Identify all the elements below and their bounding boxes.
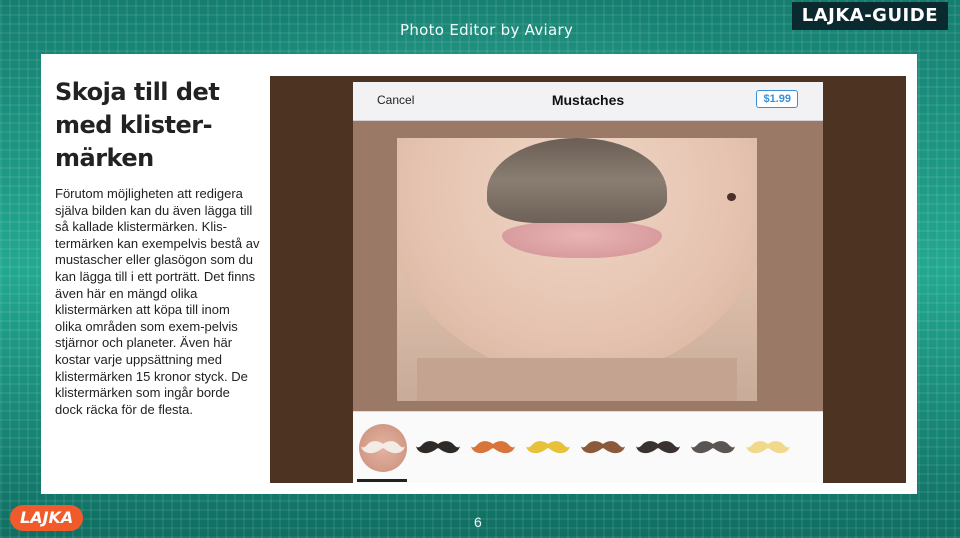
editor-title: Mustaches <box>551 92 625 108</box>
app-screenshot: Cancel Mustaches $1.99 <box>270 76 906 483</box>
sticker-dark-bushy-mustache-button[interactable] <box>634 424 682 472</box>
sticker-yellow-mustache-button[interactable] <box>524 424 572 472</box>
page-number: 6 <box>474 514 482 530</box>
sticker-gray-mustache-button[interactable] <box>689 424 737 472</box>
yellow-mustache-icon <box>526 441 570 454</box>
article-heading: Skoja till det med klister-märken <box>55 78 220 172</box>
buy-price-button[interactable]: $1.99 <box>756 90 798 108</box>
article-panel: Skoja till det med klister-märken Föruto… <box>41 54 917 494</box>
article-body: Förutom möjligheten att redigera själva … <box>55 186 260 417</box>
portrait-photo <box>397 138 757 401</box>
sticker-brown-curly-mustache-button[interactable] <box>579 424 627 472</box>
dark-bushy-mustache-icon <box>636 441 680 454</box>
orange-mustache-icon <box>471 441 515 454</box>
selected-indicator <box>357 479 407 482</box>
neck-shape <box>417 358 737 401</box>
white-mustache-icon <box>361 441 405 454</box>
page-header-title: Photo Editor by Aviary <box>400 21 574 39</box>
gray-mustache-icon <box>691 441 735 454</box>
black-handlebar-mustache-icon <box>416 441 460 454</box>
brown-curly-mustache-icon <box>581 441 625 454</box>
sticker-white-mustache-button[interactable] <box>359 424 407 472</box>
lajka-logo: LAJKA <box>10 505 84 531</box>
sticker-black-handlebar-mustache-button[interactable] <box>414 424 462 472</box>
editor-navbar: Cancel Mustaches $1.99 <box>353 82 823 121</box>
sticker-blonde-mustache-button[interactable] <box>744 424 792 472</box>
blonde-mustache-icon <box>746 441 790 454</box>
photo-canvas <box>353 121 823 411</box>
sticker-orange-mustache-button[interactable] <box>469 424 517 472</box>
guide-badge: LAJKA-GUIDE <box>791 2 948 30</box>
sticker-tray <box>353 411 823 483</box>
mole-mark <box>727 193 736 201</box>
editor-screen: Cancel Mustaches $1.99 <box>353 82 823 483</box>
